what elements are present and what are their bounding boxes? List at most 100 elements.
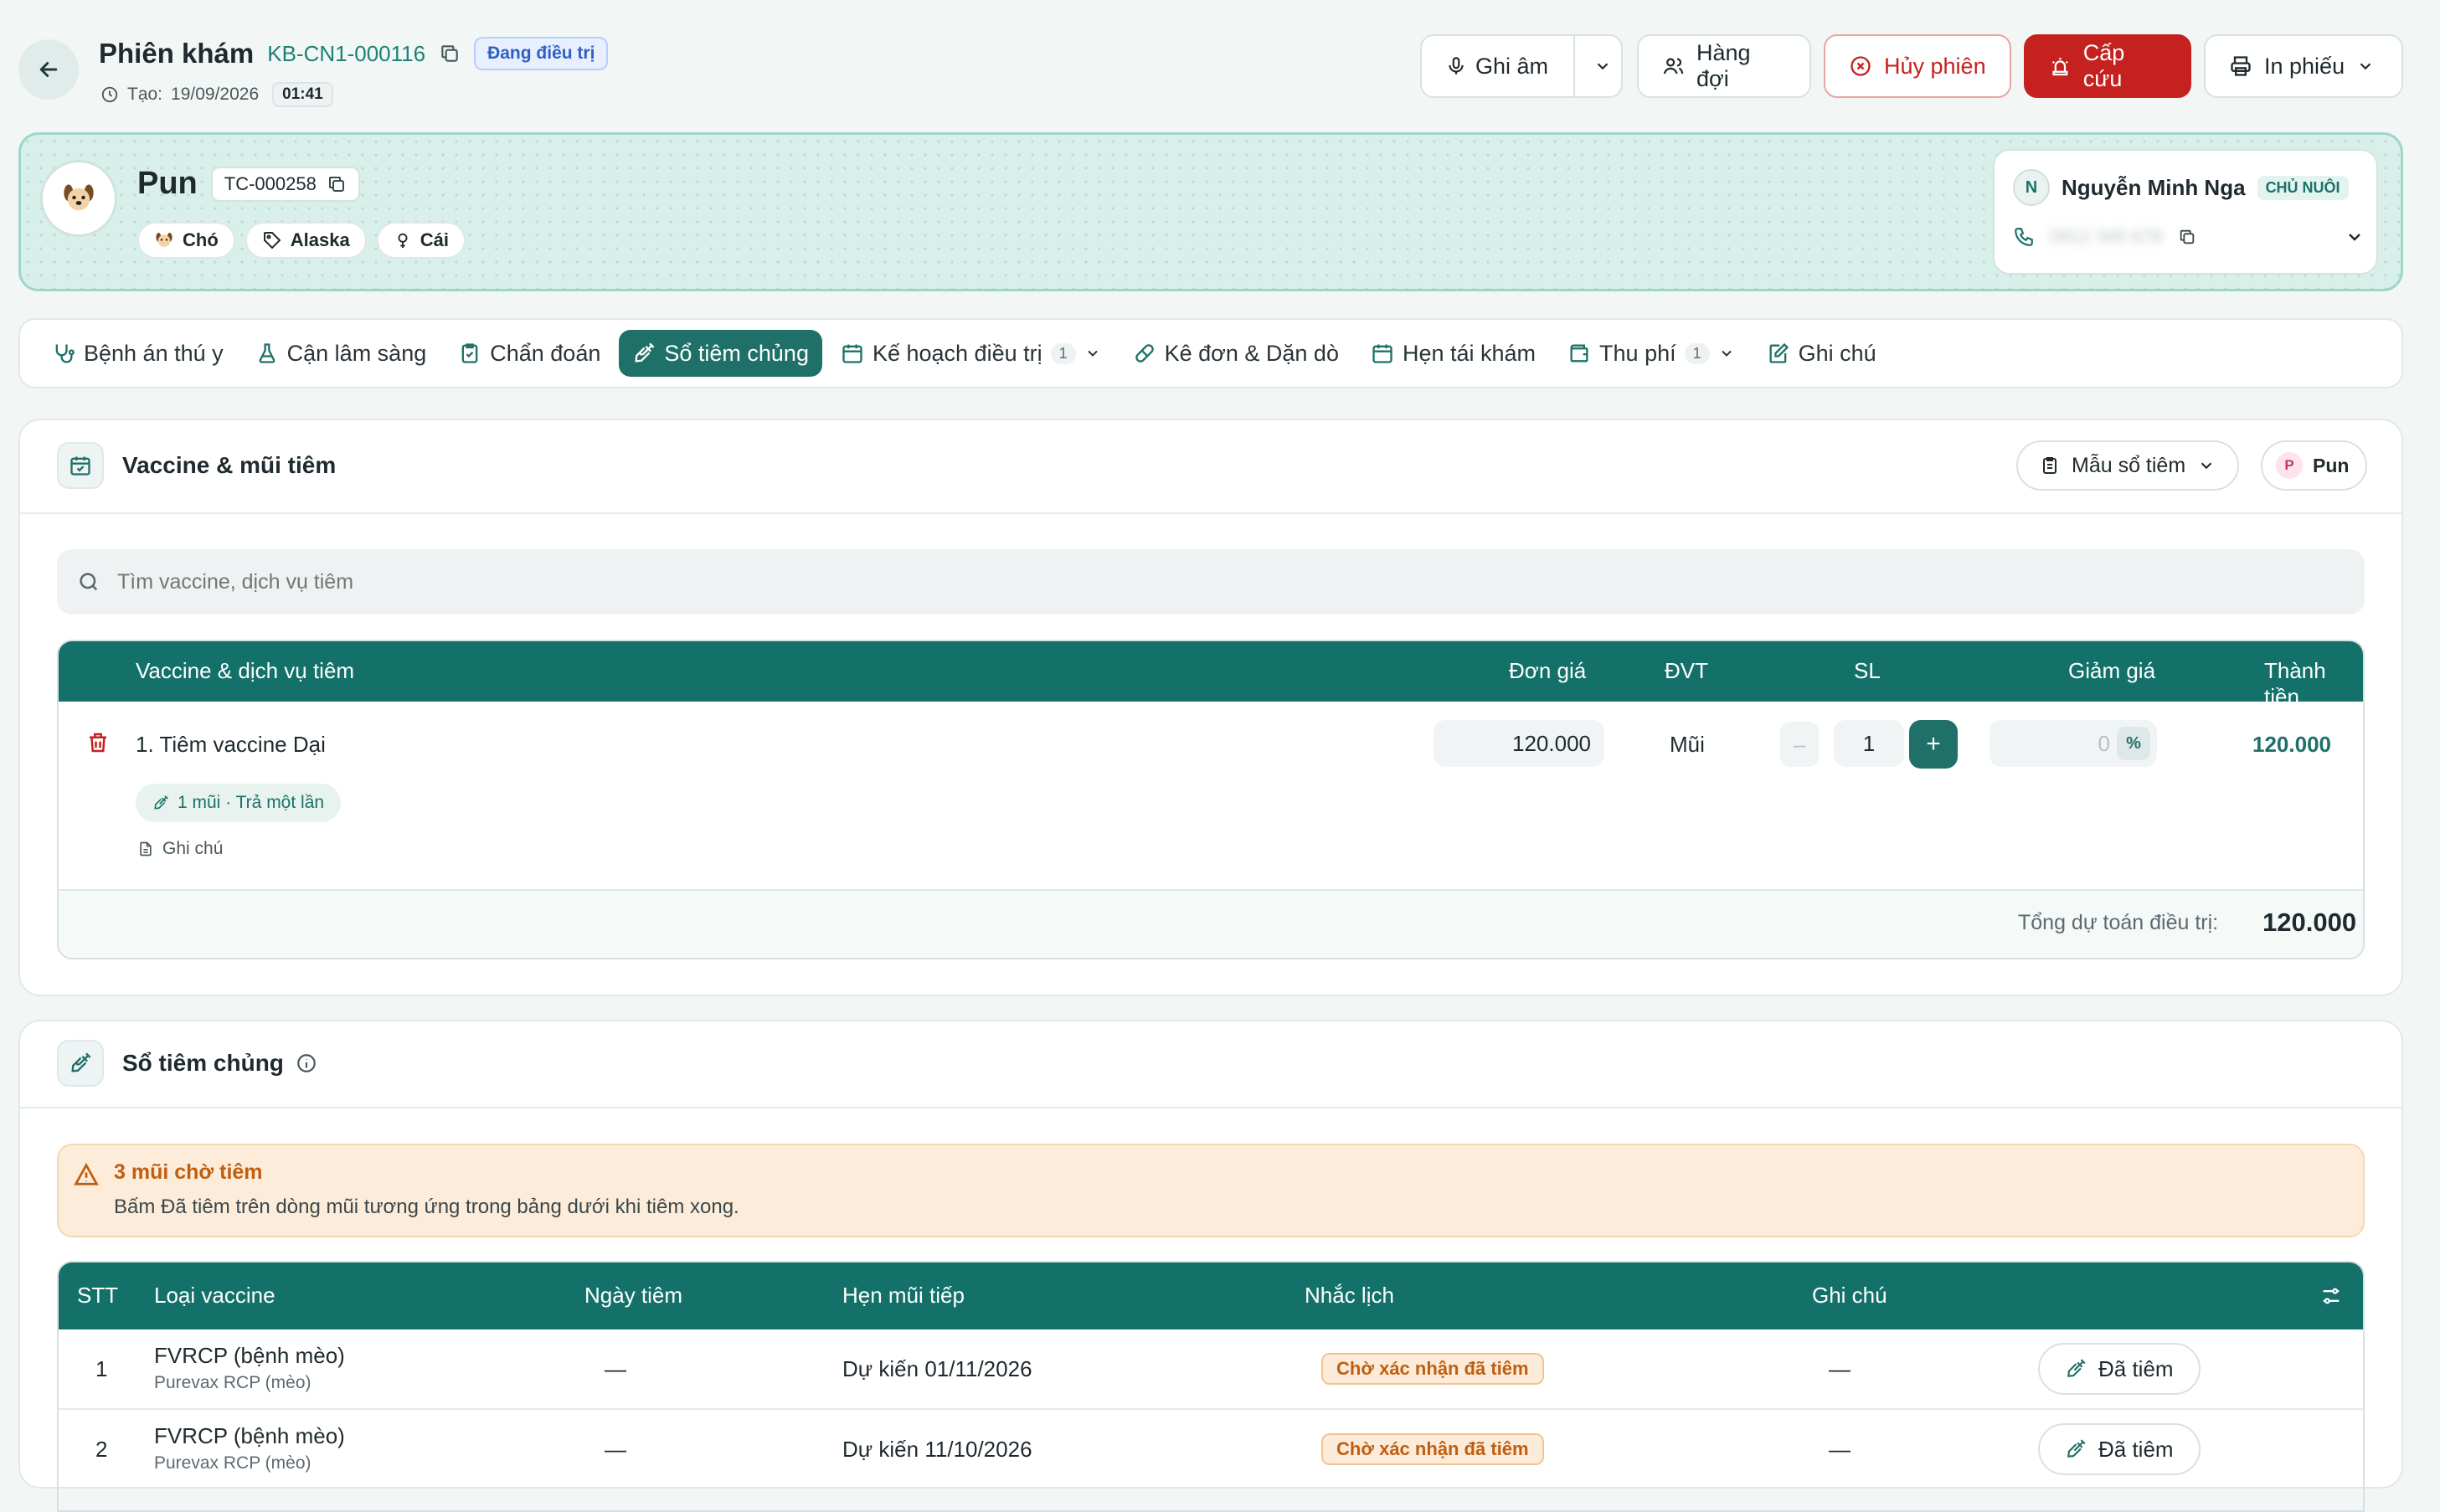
column-settings-icon[interactable] — [2319, 1284, 2343, 1308]
file-text-icon — [140, 841, 152, 856]
row-note: — — [1829, 1356, 1851, 1381]
pet-name-row: Pun TC-000258 — [137, 166, 360, 202]
page-title: Phiên khám — [99, 38, 255, 69]
syringe-icon — [635, 342, 655, 363]
emergency-button[interactable]: Cấp cứu — [2024, 34, 2191, 98]
back-button[interactable] — [18, 39, 79, 100]
queue-button[interactable]: Hàng đợi — [1637, 34, 1811, 98]
trash-icon[interactable] — [85, 730, 111, 755]
tab-label: Sổ tiêm chủng — [664, 340, 809, 366]
owner-card[interactable]: N Nguyễn Minh Nga CHỦ NUÔI 0912 345 678 — [1993, 149, 2378, 275]
template-dropdown[interactable]: Mẫu sổ tiêm — [2016, 440, 2240, 491]
copy-icon[interactable] — [2178, 228, 2196, 246]
qty-decrease-button[interactable]: – — [1780, 722, 1819, 767]
syringe-icon — [154, 795, 168, 810]
col-qty: SL — [1854, 658, 1881, 683]
record-label: Ghi âm — [1475, 53, 1549, 79]
info-icon[interactable] — [296, 1052, 317, 1074]
calendar-check-icon — [70, 456, 90, 476]
wallet-icon — [1570, 344, 1588, 363]
tab-billing[interactable]: Thu phí 1 — [1554, 330, 1748, 377]
tab-label: Thu phí — [1599, 340, 1676, 366]
dog-icon — [156, 233, 172, 247]
dose-tag-label: 1 mũi · Trả một lần — [178, 793, 325, 812]
col-next: Hẹn mũi tiếp — [842, 1283, 965, 1308]
discount-input[interactable]: 0 % — [1990, 720, 2157, 767]
mark-vaccinated-button[interactable]: Đã tiêm — [2038, 1343, 2201, 1395]
tab-vaccination-book[interactable]: Sổ tiêm chủng — [619, 330, 822, 377]
created-date: 19/09/2026 — [171, 85, 260, 104]
print-label: In phiếu — [2264, 53, 2345, 79]
col-discount: Giảm giá — [2068, 658, 2156, 683]
tab-medical-record[interactable]: Bệnh án thú y — [39, 330, 237, 377]
tab-notes[interactable]: Ghi chú — [1753, 330, 1890, 377]
vaccine-product: Purevax RCP (mèo) — [154, 1453, 311, 1473]
col-index: STT — [77, 1283, 119, 1308]
tag-icon — [263, 232, 281, 249]
owner-avatar: N — [2013, 169, 2050, 206]
tab-label: Hẹn tái khám — [1402, 340, 1537, 366]
shot-date: — — [605, 1437, 626, 1462]
queue-label: Hàng đợi — [1696, 40, 1751, 91]
col-date: Ngày tiêm — [584, 1283, 683, 1308]
pill-icon — [1135, 344, 1154, 363]
pending-alert: 3 mũi chờ tiêm Bấm Đã tiêm trên dòng mũi… — [57, 1144, 2365, 1237]
dog-icon — [64, 184, 94, 211]
vaccine-search-input[interactable] — [116, 568, 2296, 595]
item-note-link[interactable]: Ghi chú — [137, 839, 223, 859]
col-total: Thành tiền — [2264, 658, 2326, 709]
pet-code-chip: TC-000258 — [210, 166, 360, 202]
row-note: — — [1829, 1437, 1851, 1462]
status-badge: Đang điều trị — [474, 37, 609, 70]
warning-icon — [74, 1162, 99, 1185]
tab-diagnosis[interactable]: Chẩn đoán — [445, 330, 614, 377]
search-icon — [80, 573, 98, 591]
col-type: Loại vaccine — [154, 1283, 275, 1308]
discount-unit-toggle[interactable]: % — [2117, 727, 2150, 760]
cancel-session-button[interactable]: Hủy phiên — [1824, 34, 2011, 98]
print-button[interactable]: In phiếu — [2204, 34, 2403, 98]
pet-chip-avatar: P — [2276, 452, 2303, 479]
row-index: 1 — [95, 1356, 108, 1381]
chevron-down-icon[interactable] — [2345, 227, 2365, 247]
emergency-label: Cấp cứu — [2082, 40, 2125, 91]
copy-icon[interactable] — [439, 43, 461, 64]
tab-prescription[interactable]: Kê đơn & Dặn dò — [1120, 330, 1352, 377]
qty-value[interactable]: 1 — [1834, 720, 1904, 767]
reminder-badge: Chờ xác nhận đã tiêm — [1321, 1353, 1544, 1385]
tab-treatment-plan[interactable]: Kế hoạch điều trị 1 — [827, 330, 1114, 377]
vaccine-search-field[interactable] — [57, 549, 2365, 615]
vaccine-product: Purevax RCP (mèo) — [154, 1373, 311, 1392]
mark-vaccinated-button[interactable]: Đã tiêm — [2038, 1423, 2201, 1475]
col-note: Ghi chú — [1812, 1283, 1887, 1308]
copy-icon[interactable] — [327, 174, 347, 194]
tab-label: Bệnh án thú y — [84, 340, 224, 366]
record-button[interactable]: Ghi âm — [1420, 34, 1623, 98]
next-shot: Dự kiến 01/11/2026 — [842, 1356, 1032, 1381]
table-row: 1 FVRCP (bệnh mèo) Purevax RCP (mèo) — D… — [59, 1329, 2363, 1408]
chevron-down-icon — [1721, 350, 1732, 357]
tab-count-badge: 1 — [1684, 342, 1710, 364]
clock-icon — [101, 86, 118, 103]
line-total: 120.000 — [2252, 732, 2331, 757]
tab-bar: Bệnh án thú y Cận lâm sàng Chẩn đoán Sổ … — [18, 318, 2403, 388]
created-time: 01:41 — [272, 82, 333, 107]
pet-selector-chip[interactable]: P Pun — [2261, 440, 2368, 491]
tab-follow-up[interactable]: Hẹn tái khám — [1357, 330, 1549, 377]
section-title: Vaccine & mũi tiêm — [122, 452, 337, 478]
chevron-down-icon — [2201, 462, 2212, 470]
cancel-session-label: Hủy phiên — [1884, 53, 1986, 79]
unit-price-input[interactable] — [1434, 720, 1604, 767]
tab-clinical-tests[interactable]: Cận lâm sàng — [242, 330, 440, 377]
dose-tag[interactable]: 1 mũi · Trả một lần — [136, 784, 342, 822]
reminder-badge: Chờ xác nhận đã tiêm — [1321, 1433, 1544, 1465]
flask-icon — [259, 343, 275, 363]
alert-body: Bấm Đã tiêm trên dòng mũi tương ứng tron… — [114, 1196, 739, 1218]
syringe-icon — [2067, 1359, 2086, 1377]
chevron-down-icon[interactable] — [1593, 57, 1612, 75]
pet-attributes: Chó Alaska Cái — [137, 222, 466, 259]
species-chip: Chó — [137, 222, 235, 259]
qty-increase-button[interactable]: + — [1909, 720, 1958, 769]
row-index: 2 — [95, 1437, 108, 1462]
vaccine-type: FVRCP (bệnh mèo) — [154, 1343, 345, 1368]
